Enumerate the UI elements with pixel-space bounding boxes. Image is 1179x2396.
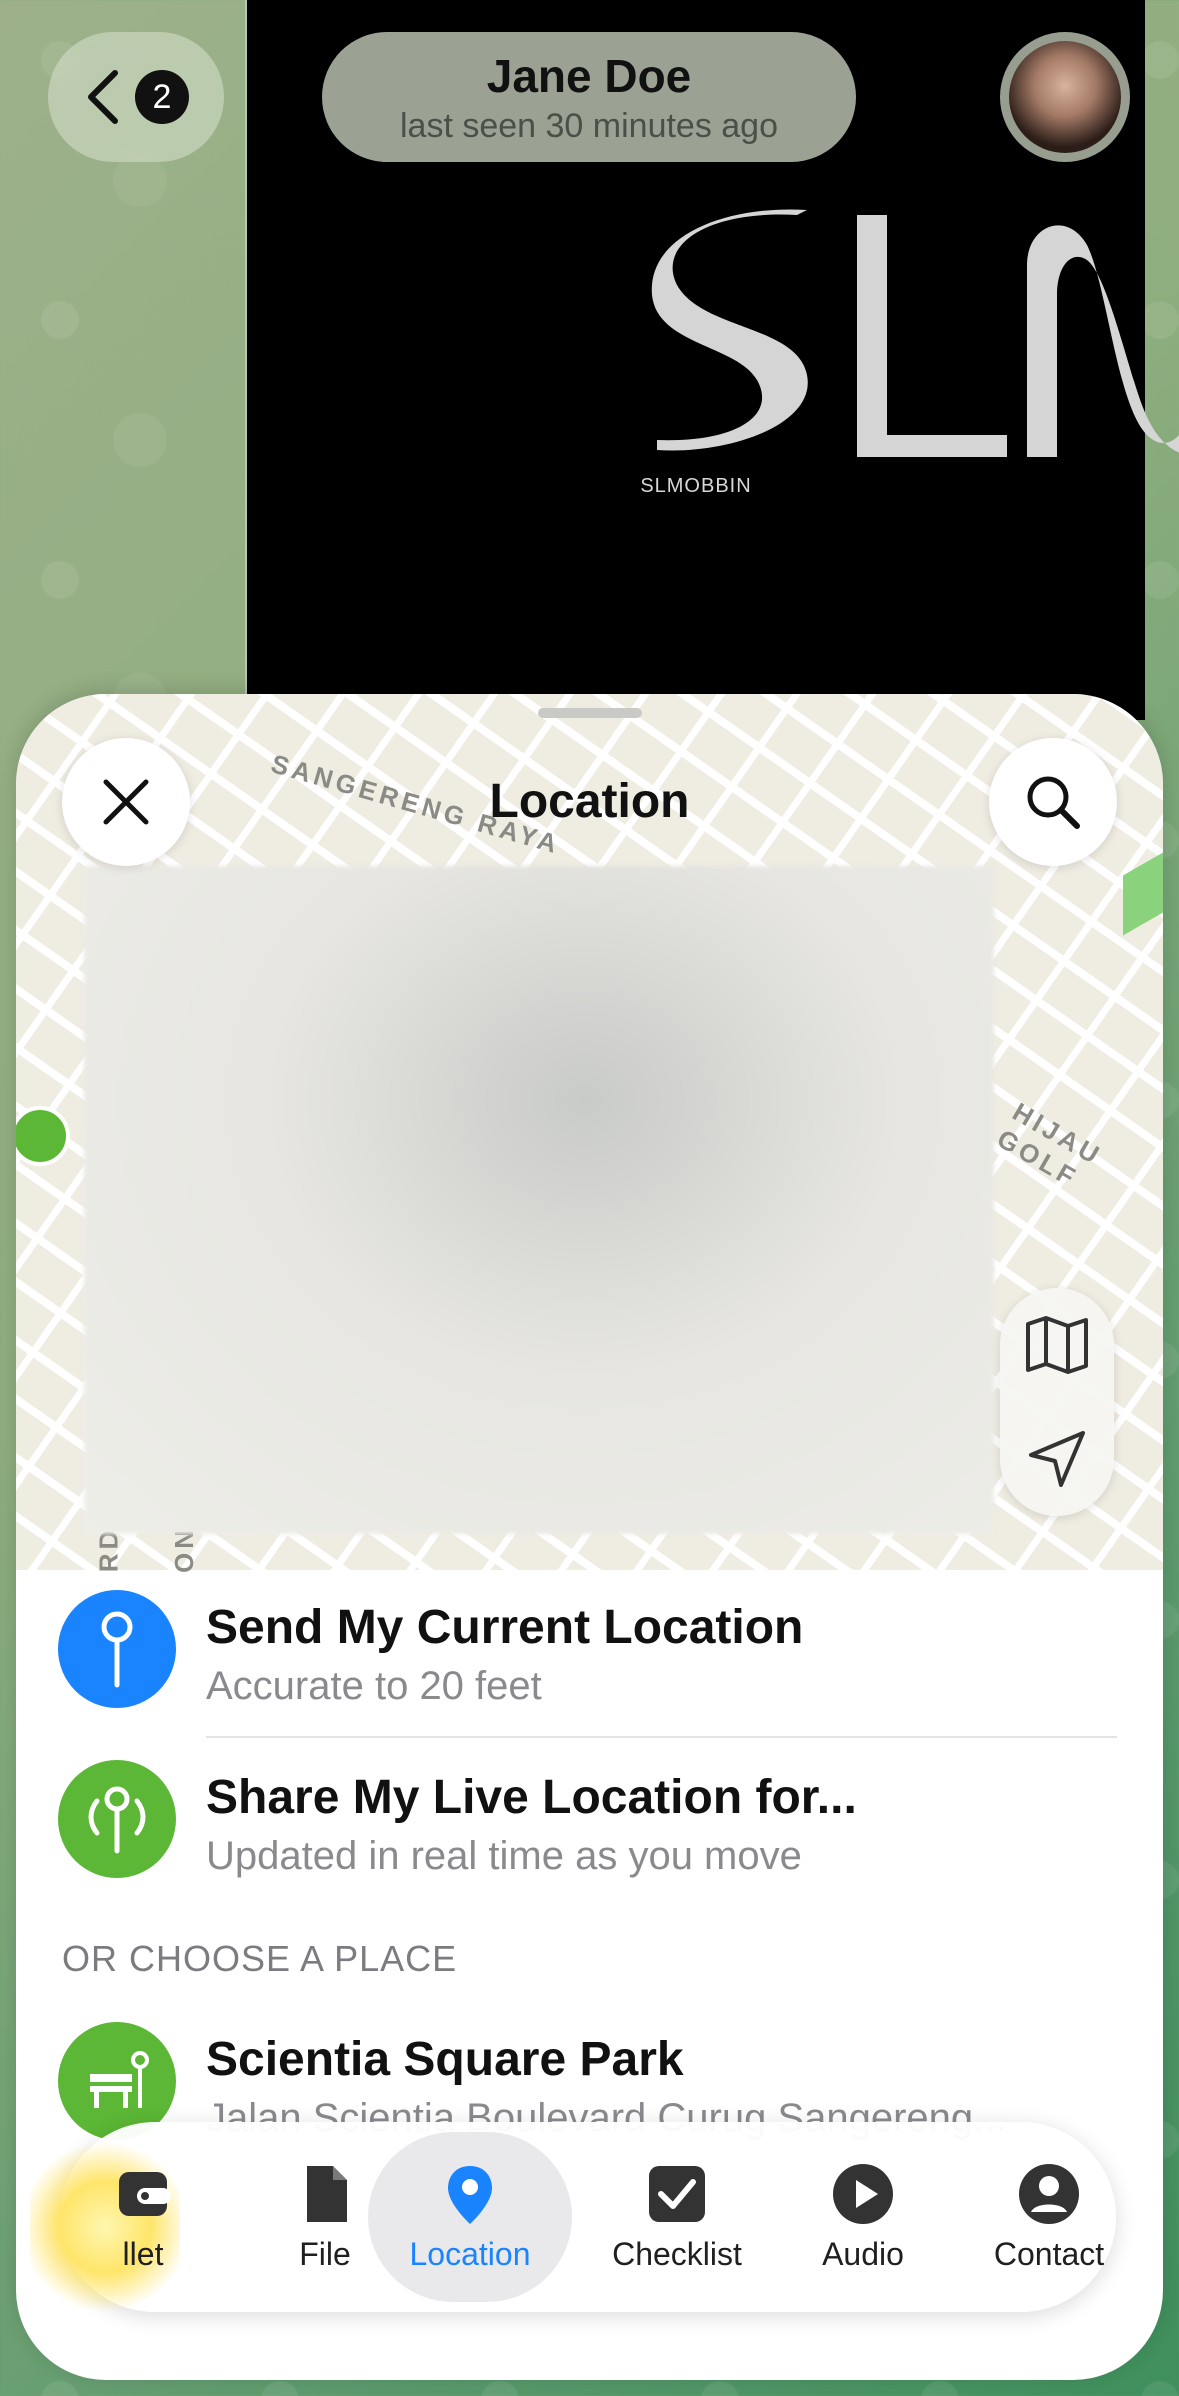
current-location-arrow-icon[interactable] <box>1025 1427 1089 1491</box>
audio-play-icon <box>833 2163 893 2224</box>
map-street-label: HIJAU GOLF <box>992 1096 1108 1194</box>
wallet-icon <box>119 2171 171 2216</box>
divider <box>206 1736 1117 1738</box>
chat-title-pill[interactable]: Jane Doe last seen 30 minutes ago <box>322 32 856 162</box>
contact-name: Jane Doe <box>486 49 692 102</box>
tab-location[interactable]: Location <box>368 2132 572 2302</box>
row-title: Share My Live Location for... <box>206 1771 857 1824</box>
tab-wallet[interactable]: llet <box>30 2132 236 2312</box>
row-title: Send My Current Location <box>206 1601 804 1654</box>
tab-checklist[interactable]: Checklist <box>584 2132 770 2302</box>
row-subtitle: Updated in real time as you move <box>206 1834 802 1878</box>
tab-label: Checklist <box>612 2235 742 2272</box>
send-current-location-row[interactable]: Send My Current Location Accurate to 20 … <box>16 1584 1163 1754</box>
location-pin-icon <box>448 2165 492 2224</box>
contact-icon <box>1019 2163 1079 2224</box>
row-title: Scientia Square Park <box>206 2033 684 2086</box>
search-button[interactable] <box>989 738 1117 866</box>
file-icon <box>307 2165 347 2222</box>
location-sheet: SANGERENG RAYA HIJAU GOLF RD ON Location <box>16 694 1163 2380</box>
location-pin-icon <box>58 1590 176 1708</box>
tab-label: Audio <box>822 2235 904 2272</box>
contact-status: last seen 30 minutes ago <box>399 106 779 145</box>
map-loading-overlay <box>84 866 994 1534</box>
avatar <box>1009 41 1121 153</box>
tab-label: File <box>299 2235 351 2272</box>
chevron-left-icon <box>88 70 118 124</box>
map-controls <box>1000 1288 1114 1516</box>
live-location-icon <box>58 1760 176 1878</box>
poi-pin-icon[interactable] <box>16 1106 70 1166</box>
tab-label: Location <box>409 2235 531 2272</box>
map-mode-icon[interactable] <box>1024 1314 1090 1376</box>
attachment-tab-bar: llet File Location Checklist Audio Conta… <box>30 2122 1116 2312</box>
avatar-button[interactable] <box>1000 32 1130 162</box>
unread-badge: 2 <box>135 70 189 124</box>
slm-logo-icon <box>651 209 1179 457</box>
share-live-location-row[interactable]: Share My Live Location for... Updated in… <box>16 1754 1163 1924</box>
map-park-area <box>1123 852 1163 936</box>
logo-caption: SLMOBBIN <box>640 475 752 497</box>
tab-label: llet <box>122 2235 164 2272</box>
back-button[interactable]: 2 <box>48 32 224 162</box>
sheet-grab-handle[interactable] <box>538 708 642 718</box>
tab-contact[interactable]: Contact <box>956 2132 1142 2302</box>
search-icon <box>1027 776 1080 829</box>
tab-audio[interactable]: Audio <box>770 2132 956 2302</box>
row-subtitle: Accurate to 20 feet <box>206 1664 542 1708</box>
checklist-icon <box>649 2165 705 2222</box>
section-header: OR CHOOSE A PLACE <box>62 1938 458 1979</box>
tab-label: Contact <box>993 2235 1105 2272</box>
